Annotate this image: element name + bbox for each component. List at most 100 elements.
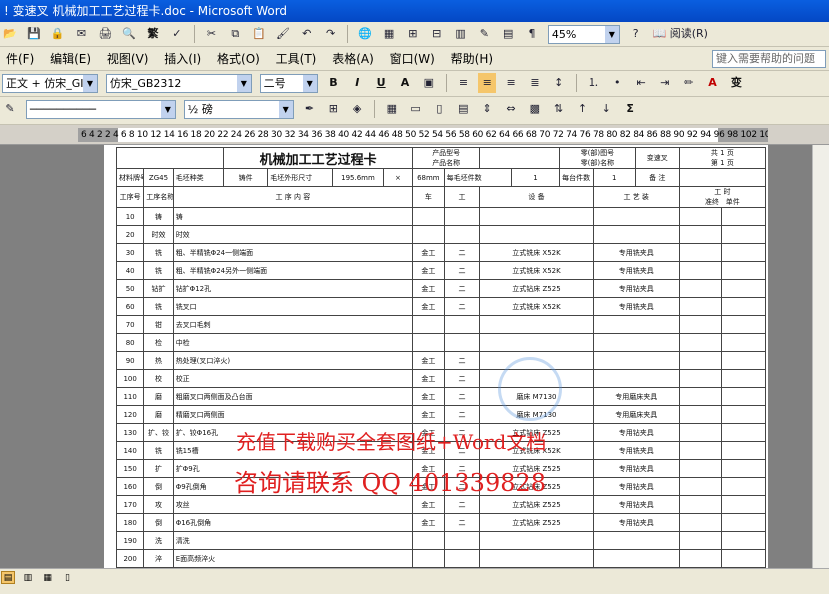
menu-table[interactable]: 表格(A) (326, 47, 380, 70)
card-title: 机械加工工艺过程卡 (223, 147, 414, 169)
distribute-columns-icon[interactable]: ⇔ (502, 99, 520, 119)
shading-color-icon[interactable]: ◈ (348, 99, 366, 119)
redo-icon[interactable]: ↷ (322, 24, 340, 44)
insert-excel-icon[interactable]: ⊟ (428, 24, 446, 44)
tooling-cell (592, 225, 680, 244)
merge-cells-icon[interactable]: ▭ (407, 99, 425, 119)
menu-file[interactable]: 件(F) (0, 47, 40, 70)
menu-insert[interactable]: 插入(I) (158, 47, 207, 70)
columns-icon[interactable]: ▥ (452, 24, 470, 44)
op-name-cell: 热 (143, 351, 174, 370)
menu-format[interactable]: 格式(O) (211, 47, 266, 70)
highlight-icon[interactable]: ✏ (680, 73, 698, 93)
align-center-icon[interactable]: ≡ (478, 73, 497, 93)
font-color-button[interactable]: A (704, 73, 722, 93)
char-shading-icon[interactable]: ▣ (420, 73, 438, 93)
time-prep-cell (678, 513, 722, 532)
style-select[interactable]: 正文 + 仿宋_GI ▼ (2, 73, 98, 93)
align-cell-icon[interactable]: ▤ (454, 99, 472, 119)
insert-table-icon[interactable]: ⊞ (404, 24, 422, 44)
font-size-select[interactable]: 二号 ▼ (259, 73, 318, 93)
line-spacing-icon[interactable]: ↕ (550, 73, 568, 93)
time-unit-cell (720, 387, 767, 406)
phonetic-guide-button[interactable]: 变 (727, 73, 745, 93)
menu-tools[interactable]: 工具(T) (270, 47, 323, 70)
text-direction-icon[interactable]: ⇅ (550, 99, 568, 119)
sort-descending-icon[interactable]: ↓ (597, 99, 615, 119)
section-cell (443, 315, 481, 334)
traditional-chinese-button[interactable]: 繁 (144, 24, 162, 44)
tooling-cell: 专用铣夹具 (592, 297, 680, 316)
format-painter-icon[interactable]: 🖌 (274, 24, 292, 44)
normal-view-icon[interactable]: ▤ (1, 571, 15, 584)
workshop-cell: 金工 (412, 495, 445, 514)
align-right-icon[interactable]: ≡ (502, 73, 520, 93)
italic-button[interactable]: I (348, 73, 366, 93)
underline-button[interactable]: U (372, 73, 390, 93)
show-hide-icon[interactable]: ¶ (523, 24, 541, 44)
horizontal-ruler[interactable]: 6 4 2 2 4 6 8 10 12 14 16 18 20 22 24 26… (0, 125, 829, 145)
open-icon[interactable]: 📂 (1, 24, 19, 44)
spelling-icon[interactable]: ✓ (168, 24, 186, 44)
op-content-cell: 钻扩Φ12孔 (172, 279, 414, 298)
horizontal-scrollbar[interactable]: ▤ ▥ ▦ ▯ (0, 568, 829, 584)
document-map-icon[interactable]: ▤ (499, 24, 517, 44)
char-border-button[interactable]: A (396, 73, 414, 93)
table-row: 100 校校正 金工二 (115, 369, 767, 388)
section-cell: 二 (443, 297, 481, 316)
workshop-cell: 金工 (412, 279, 445, 298)
menu-view[interactable]: 视图(V) (101, 47, 155, 70)
save-icon[interactable]: 💾 (25, 24, 43, 44)
distribute-rows-icon[interactable]: ⇕ (478, 99, 496, 119)
email-icon[interactable]: ✉ (72, 24, 90, 44)
insert-table-menu-icon[interactable]: ▦ (383, 99, 401, 119)
drawing-icon[interactable]: ✎ (475, 24, 493, 44)
ask-question-input[interactable]: 键入需要帮助的问题 (712, 50, 826, 68)
copy-icon[interactable]: ⧉ (226, 24, 244, 44)
undo-icon[interactable]: ↶ (298, 24, 316, 44)
menu-edit[interactable]: 编辑(E) (44, 47, 97, 70)
tooling-cell: 专用钻夹具 (592, 423, 680, 442)
border-color-icon[interactable]: ✒ (300, 99, 318, 119)
sort-ascending-icon[interactable]: ↑ (573, 99, 591, 119)
decrease-indent-icon[interactable]: ⇤ (632, 73, 650, 93)
read-mode-button[interactable]: 📖 阅读(R) (651, 24, 710, 44)
autosum-button[interactable]: Σ (621, 99, 639, 119)
tables-borders-icon[interactable]: ▦ (380, 24, 398, 44)
document-area[interactable]: 机械加工工艺过程卡 产品型号 产品名称 零(部)图号 零(部)名称 变速叉 共 … (0, 145, 829, 568)
menu-window[interactable]: 窗口(W) (384, 47, 441, 70)
menu-help[interactable]: 帮助(H) (445, 47, 499, 70)
time-prep-cell (678, 549, 722, 568)
cut-icon[interactable]: ✂ (202, 24, 220, 44)
zoom-select[interactable]: 45% ▼ (547, 24, 620, 44)
numbering-icon[interactable]: ⒈ (584, 73, 602, 93)
op-number-cell: 100 (115, 369, 145, 388)
op-content-cell: 攻丝 (172, 495, 414, 514)
hyperlink-icon[interactable]: 🌐 (356, 24, 374, 44)
justify-icon[interactable]: ≣ (526, 73, 544, 93)
outside-border-icon[interactable]: ⊞ (324, 99, 342, 119)
bold-button[interactable]: B (324, 73, 342, 93)
split-cells-icon[interactable]: ▯ (430, 99, 448, 119)
paste-icon[interactable]: 📋 (250, 24, 268, 44)
time-unit-cell (720, 315, 767, 334)
document-page[interactable]: 机械加工工艺过程卡 产品型号 产品名称 零(部)图号 零(部)名称 变速叉 共 … (104, 145, 768, 568)
font-select[interactable]: 仿宋_GB2312 ▼ (105, 73, 252, 93)
permission-icon[interactable]: 🔒 (49, 24, 67, 44)
print-icon[interactable]: 🖨 (96, 24, 114, 44)
help-icon[interactable]: ? (627, 24, 645, 44)
increase-indent-icon[interactable]: ⇥ (656, 73, 674, 93)
bullets-icon[interactable]: • (608, 73, 626, 93)
line-style-select[interactable]: ────────── ▼ (25, 99, 176, 119)
line-weight-select[interactable]: ½ 磅 ▼ (183, 99, 294, 119)
table-row: 110 磨粗磨叉口两侧面及凸台面 金工二磨床 M7130 专用磨床夹具 (115, 387, 767, 406)
autoformat-icon[interactable]: ▩ (526, 99, 544, 119)
time-prep-cell (678, 351, 722, 370)
draw-table-icon[interactable]: ✎ (1, 99, 19, 119)
op-number-cell: 110 (115, 387, 145, 406)
ruler-scale: 6 4 2 2 4 6 8 10 12 14 16 18 20 22 24 26… (78, 128, 768, 142)
vertical-scrollbar[interactable] (812, 145, 829, 568)
align-left-icon[interactable]: ≡ (454, 73, 472, 93)
print-preview-icon[interactable]: 🔍 (120, 24, 138, 44)
op-name-cell: 校 (143, 369, 174, 388)
